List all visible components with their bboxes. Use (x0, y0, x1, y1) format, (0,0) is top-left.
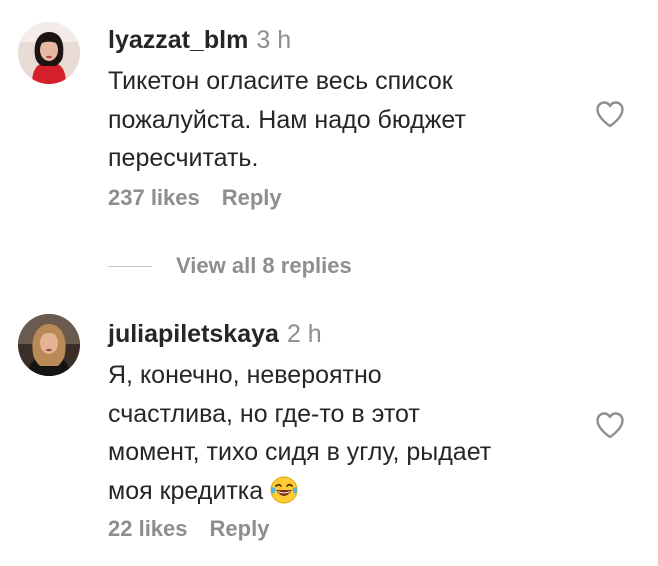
heart-outline-icon[interactable] (595, 411, 625, 439)
comment-header: lyazzat_blm 3 h (108, 24, 578, 56)
view-replies-label: View all 8 replies (176, 253, 352, 278)
comment-text: Я, конечно, невероятно счастлива, но где… (108, 356, 578, 516)
timestamp: 2 h (286, 320, 322, 348)
username[interactable]: juliapiletskaya (108, 320, 279, 348)
comment-text-line: Тикетон огласите весь список (108, 67, 453, 95)
likes-count[interactable]: 22 likes (108, 516, 188, 541)
comment-text-line: пересчитать. (108, 144, 259, 172)
comment-actions: 22 likes Reply (108, 516, 269, 542)
comment-text: Тикетон огласите весь список пожалуйста.… (108, 62, 578, 178)
comment-text-line: Я, конечно, невероятно (108, 361, 382, 389)
comment-header: juliapiletskaya 2 h (108, 318, 578, 350)
reply-button[interactable]: Reply (210, 516, 270, 541)
avatar[interactable] (18, 22, 80, 84)
view-replies-button[interactable]: View all 8 replies (108, 252, 352, 280)
avatar-photo (18, 314, 80, 376)
avatar-photo (18, 22, 80, 84)
likes-count[interactable]: 237 likes (108, 185, 200, 210)
comment-text-line: моя кредитка (108, 476, 264, 505)
comment-text-line-with-emoji: моя кредитка (108, 472, 578, 517)
replies-divider (108, 265, 152, 267)
heart-outline-icon[interactable] (595, 100, 625, 128)
comment-actions: 237 likes Reply (108, 185, 282, 211)
comment-text-line: момент, тихо сидя в углу, рыдает (108, 438, 492, 466)
avatar[interactable] (18, 314, 80, 376)
comment-text-line: пожалуйста. Нам надо бюджет (108, 105, 466, 134)
timestamp: 3 h (256, 26, 292, 54)
username[interactable]: lyazzat_blm (108, 26, 248, 54)
laughing-tears-emoji-icon (269, 475, 299, 517)
comment-text-line: счастлива, но где-то в этот (108, 399, 420, 428)
reply-button[interactable]: Reply (222, 185, 282, 210)
